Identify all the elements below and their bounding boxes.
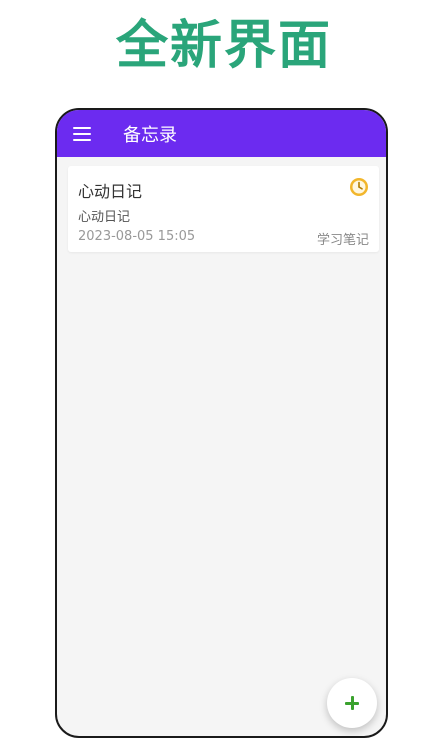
hamburger-menu-icon[interactable] (73, 126, 91, 141)
note-title: 心动日记 (78, 182, 143, 201)
app-title: 备忘录 (123, 124, 177, 146)
promo-title: 全新界面 (115, 16, 332, 76)
add-note-button[interactable] (327, 678, 377, 728)
note-content: 心动日记 (78, 210, 131, 225)
note-timestamp: 2023-08-05 15:05 (78, 229, 196, 244)
note-category: 学习笔记 (316, 233, 369, 248)
app-bar: 备忘录 (57, 110, 386, 157)
promo-page: 全新界面 备忘录 心动日记 心动日记 2023-08-05 15:05 学习笔记 (0, 0, 448, 749)
clock-icon (350, 178, 368, 196)
note-card[interactable]: 心动日记 心动日记 2023-08-05 15:05 学习笔记 (68, 166, 379, 252)
plus-icon (345, 696, 359, 710)
phone-frame: 备忘录 心动日记 心动日记 2023-08-05 15:05 学习笔记 (55, 108, 388, 738)
